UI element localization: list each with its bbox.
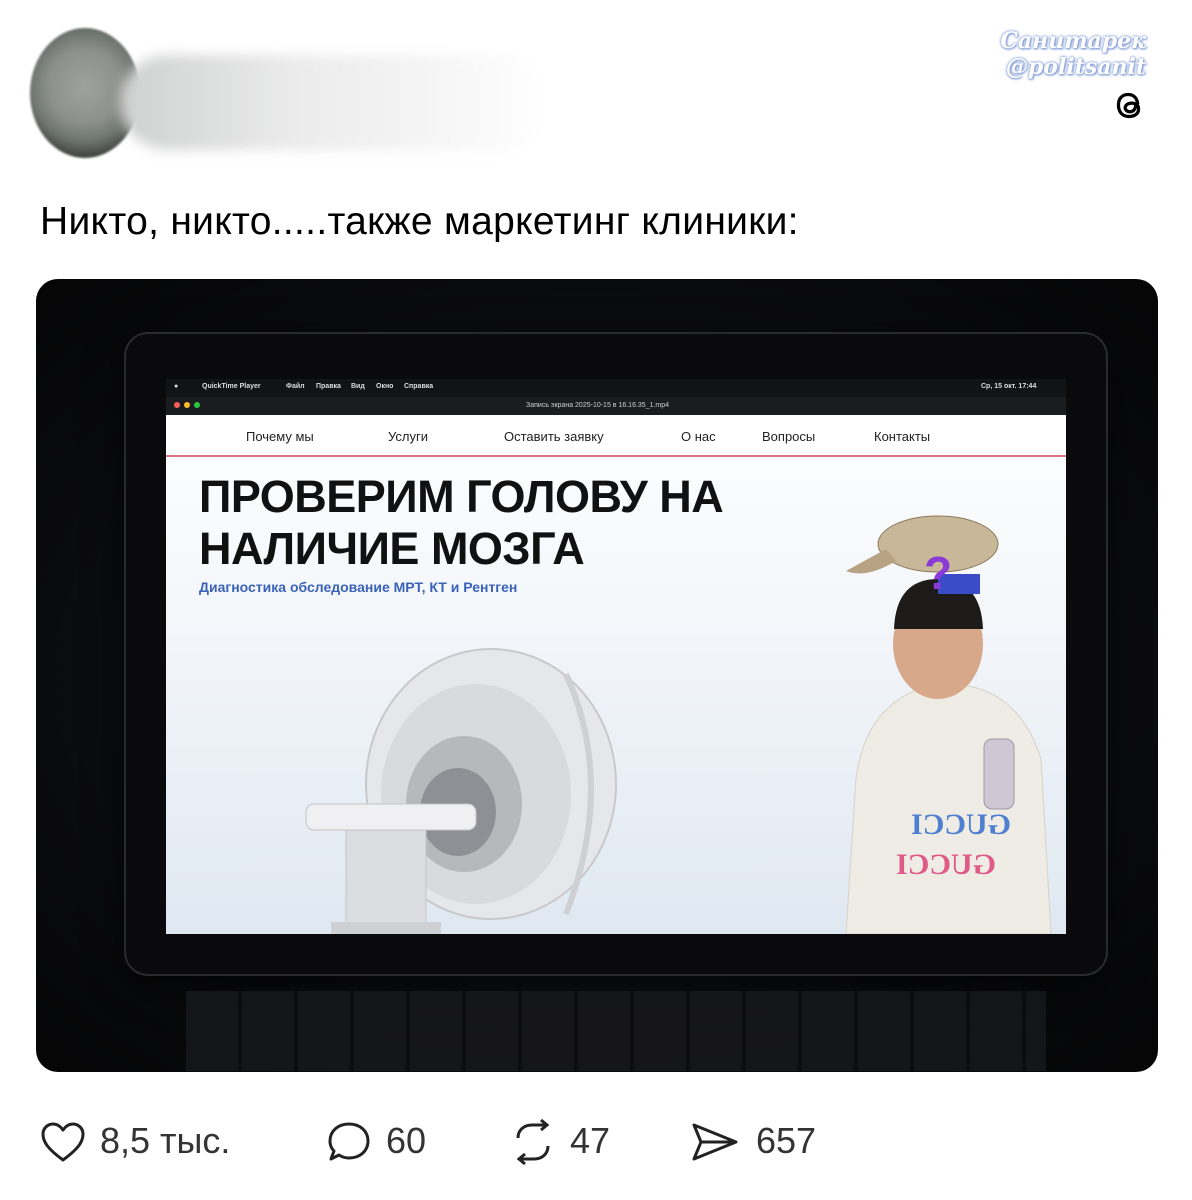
heart-icon[interactable] <box>40 1121 86 1163</box>
menubar-item: QuickTime Player <box>202 383 261 390</box>
comment-count[interactable]: 60 <box>386 1120 426 1162</box>
watermark-line1: Санитарек <box>1000 28 1146 54</box>
post-header: Санитарек @politsanit <box>0 0 1192 180</box>
nav-item[interactable]: Оставить заявку <box>504 429 604 444</box>
headline-line: НАЛИЧИЕ МОЗГА <box>199 523 585 574</box>
window-controls <box>174 402 204 410</box>
hoodie-text: GUCCI <box>911 808 1011 841</box>
nav-item[interactable]: Вопросы <box>762 429 815 444</box>
post-caption: Никто, никто.....также маркетинг клиники… <box>40 200 799 243</box>
share-count[interactable]: 657 <box>756 1120 816 1162</box>
watermark: Санитарек @politsanit <box>1000 28 1146 80</box>
keyboard <box>186 991 1046 1071</box>
watermark-line2: @politsanit <box>1005 54 1146 80</box>
threads-logo-icon[interactable] <box>1106 82 1152 128</box>
nav-item[interactable]: О нас <box>681 429 716 444</box>
hero-headline: ПРОВЕРИМ ГОЛОВУ НА НАЛИЧИЕ МОЗГА <box>199 471 724 575</box>
close-dot-icon <box>174 402 180 408</box>
menubar-clock: Ср, 15 окт. 17:44 <box>981 383 1037 390</box>
apple-icon: ● <box>174 383 179 390</box>
headline-line: ПРОВЕРИМ ГОЛОВУ НА <box>199 471 724 522</box>
macos-menubar: ● QuickTime Player Файл Правка Вид Окно … <box>166 379 1066 397</box>
laptop-screen: ● QuickTime Player Файл Правка Вид Окно … <box>166 379 1066 934</box>
file-title: Запись экрана 2025-10-15 в 16.16.35_1.mp… <box>526 402 670 409</box>
like-count[interactable]: 8,5 тыс. <box>100 1120 230 1162</box>
hoodie-text: GUCCI <box>896 848 996 881</box>
nav-item[interactable]: Услуги <box>388 429 428 444</box>
mri-machine-image <box>305 648 617 934</box>
author-name-blurred[interactable] <box>120 55 550 150</box>
menubar-item: Файл <box>286 383 305 390</box>
repost-icon[interactable] <box>508 1118 558 1166</box>
question-mark: ? <box>924 547 952 599</box>
zoom-dot-icon <box>194 402 200 408</box>
laptop: ● QuickTime Player Файл Правка Вид Окно … <box>126 334 1106 974</box>
menubar-item: Вид <box>351 383 365 390</box>
menubar-item: Правка <box>316 383 341 390</box>
minimize-dot-icon <box>184 402 190 408</box>
menubar-item: Окно <box>376 383 394 390</box>
menubar-item: Справка <box>404 383 434 390</box>
repost-count[interactable]: 47 <box>570 1120 610 1162</box>
post-image[interactable]: ● QuickTime Player Файл Правка Вид Окно … <box>36 279 1158 1072</box>
comment-bubble-icon[interactable] <box>326 1120 372 1164</box>
hero-subheadline: Диагностика обследование МРТ, КТ и Рентг… <box>199 579 518 595</box>
send-icon[interactable] <box>690 1121 740 1163</box>
nav-item[interactable]: Почему мы <box>246 429 314 444</box>
player-titlebar: Запись экрана 2025-10-15 в 16.16.35_1.mp… <box>166 397 1066 415</box>
person-image: ? GUCCI GUCCI <box>845 515 1052 934</box>
